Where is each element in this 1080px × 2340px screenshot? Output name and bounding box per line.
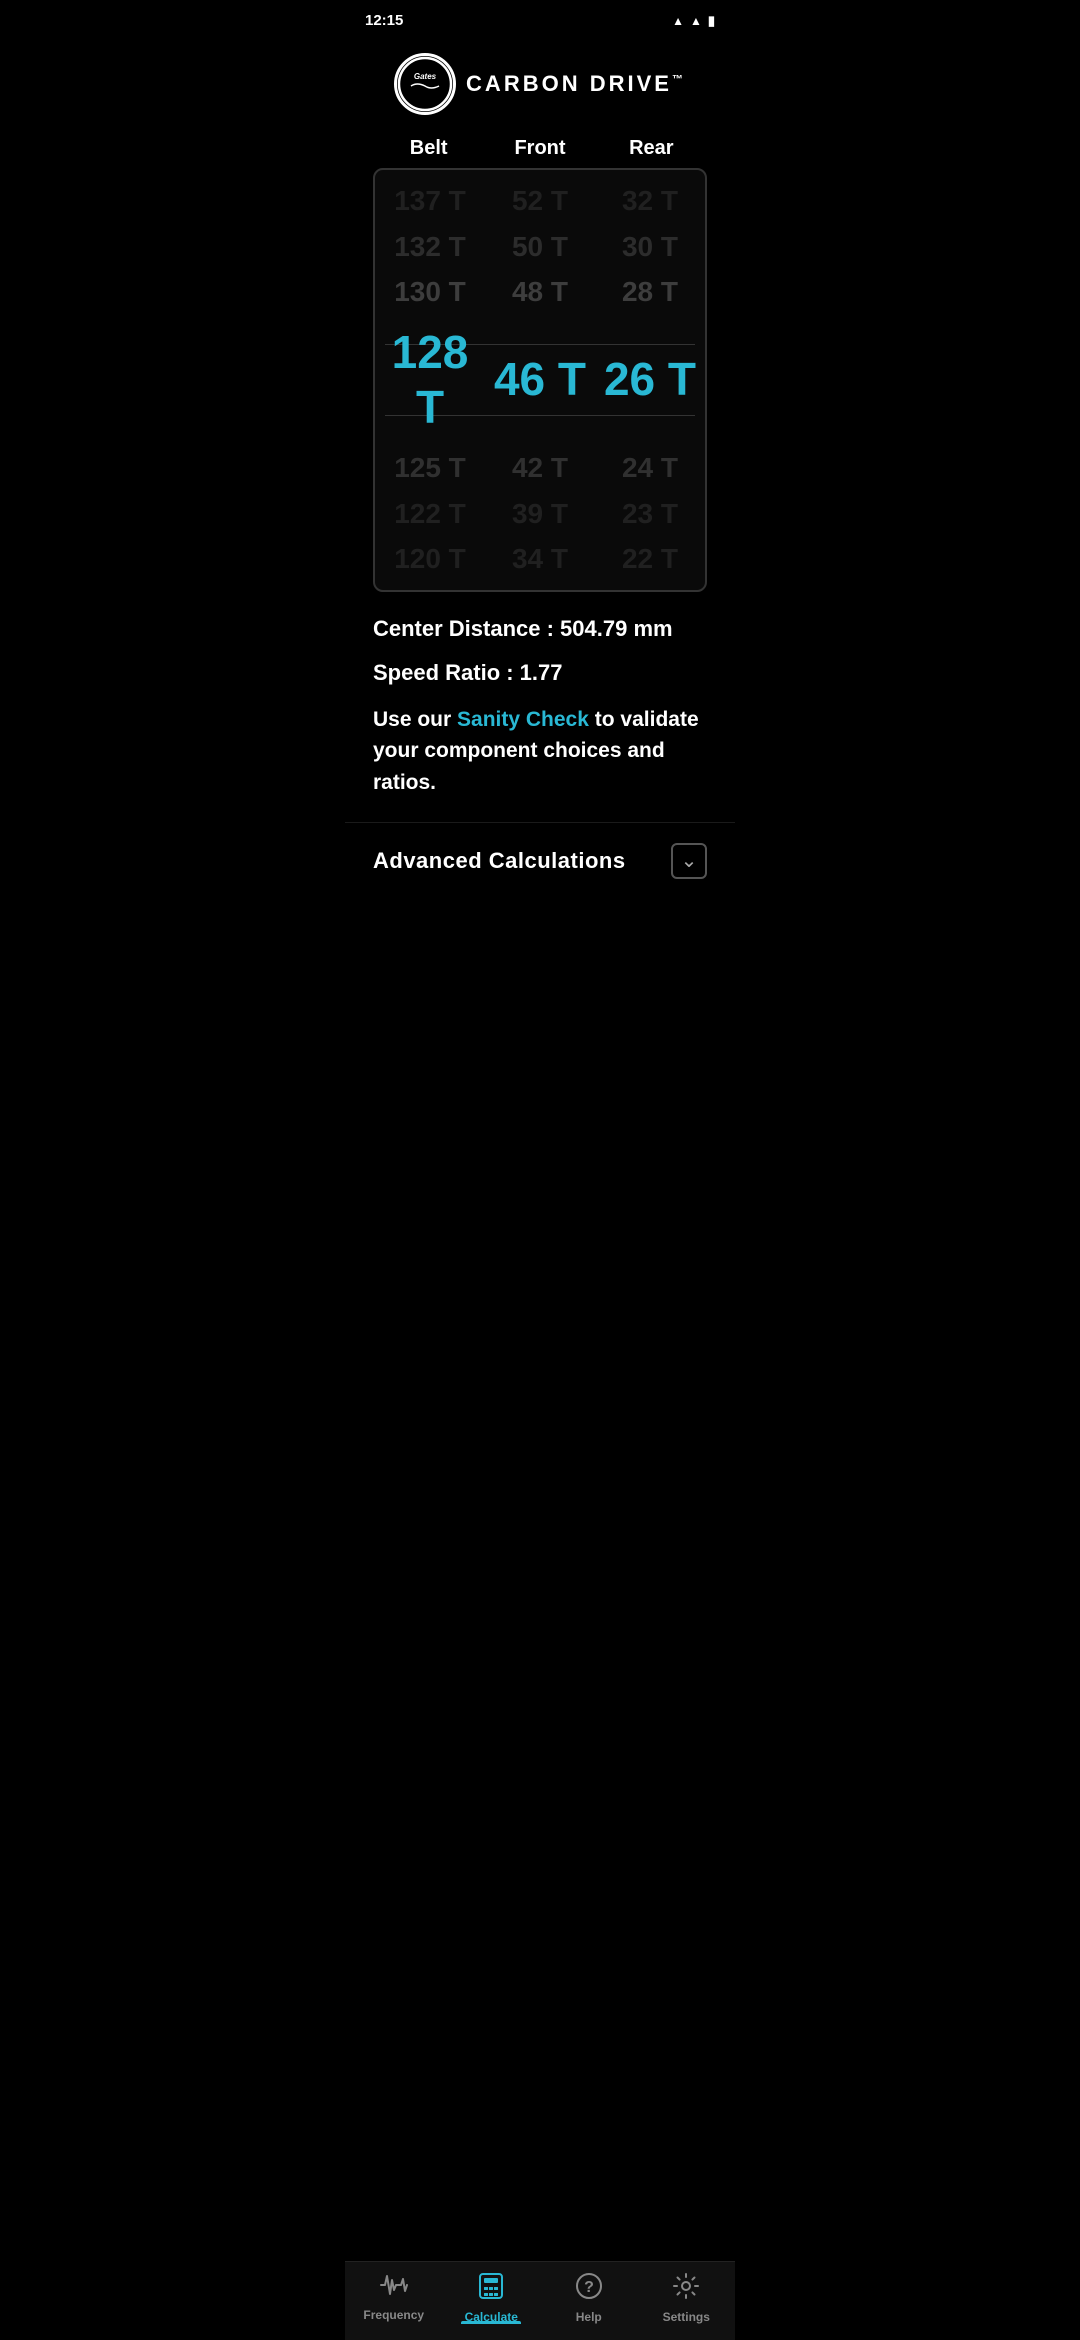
sanity-text: Use our Sanity Check to validate your co…	[373, 704, 707, 799]
rear-cell-3: 28 T	[595, 275, 705, 309]
belt-cell-2: 132 T	[375, 230, 485, 264]
brand-name: CARBON DRIVE™	[466, 71, 686, 97]
advanced-label: Advanced Calculations	[373, 848, 626, 874]
belt-cell-7: 120 T	[375, 542, 485, 576]
rear-cell-2: 30 T	[595, 230, 705, 264]
help-label: Help	[576, 2310, 602, 2324]
wifi-icon	[672, 12, 684, 29]
belt-cell-5: 125 T	[375, 451, 485, 485]
bottom-nav: Frequency Calculate ? Help	[345, 2261, 735, 2340]
sanity-link[interactable]: Sanity Check	[457, 708, 589, 731]
advanced-calculations-row[interactable]: Advanced Calculations ⌄	[345, 822, 735, 899]
settings-label: Settings	[663, 2310, 710, 2324]
rear-cell-6: 23 T	[595, 497, 705, 531]
belt-cell-1: 137 T	[375, 184, 485, 218]
speed-ratio: Speed Ratio : 1.77	[373, 660, 707, 686]
advanced-chevron[interactable]: ⌄	[671, 843, 707, 879]
front-cell-3: 48 T	[485, 275, 595, 309]
picker-row-6[interactable]: 122 T 39 T 23 T	[375, 491, 705, 537]
front-header: Front	[484, 137, 595, 160]
tm-symbol: ™	[672, 74, 686, 86]
rear-cell-5: 24 T	[595, 451, 705, 485]
svg-text:?: ?	[584, 2279, 594, 2296]
rear-cell-1: 32 T	[595, 184, 705, 218]
logo-oval: Gates	[394, 53, 456, 115]
front-cell-6: 39 T	[485, 497, 595, 531]
picker-row-2[interactable]: 132 T 50 T 30 T	[375, 224, 705, 270]
svg-text:Gates: Gates	[414, 72, 437, 81]
front-cell-1: 52 T	[485, 184, 595, 218]
belt-cell-6: 122 T	[375, 497, 485, 531]
time-display: 12:15	[365, 12, 403, 29]
battery-icon	[708, 12, 715, 29]
signal-icon	[690, 12, 702, 29]
front-cell-2: 50 T	[485, 230, 595, 264]
chevron-down-icon: ⌄	[681, 851, 698, 871]
nav-item-settings[interactable]: Settings	[638, 2272, 736, 2324]
picker-row-5[interactable]: 125 T 42 T 24 T	[375, 445, 705, 491]
info-section: Center Distance : 504.79 mm Speed Ratio …	[345, 592, 735, 799]
nav-item-help[interactable]: ? Help	[540, 2272, 638, 2324]
picker-container[interactable]: 137 T 52 T 32 T 132 T 50 T 30 T 130 T 48…	[373, 168, 707, 592]
help-icon: ?	[575, 2272, 603, 2304]
status-bar: 12:15	[345, 0, 735, 35]
front-cell-7: 34 T	[485, 542, 595, 576]
status-icons	[672, 12, 715, 29]
rear-cell-selected: 26 T	[595, 352, 705, 407]
picker-row-7[interactable]: 120 T 34 T 22 T	[375, 536, 705, 582]
sanity-pre: Use our	[373, 708, 457, 731]
gates-logo-svg: Gates	[397, 56, 453, 112]
nav-active-indicator	[461, 2321, 521, 2324]
belt-header: Belt	[373, 137, 484, 160]
settings-icon	[672, 2272, 700, 2304]
picker-row-1[interactable]: 137 T 52 T 32 T	[375, 178, 705, 224]
frequency-icon	[379, 2272, 409, 2302]
center-distance: Center Distance : 504.79 mm	[373, 616, 707, 642]
bottom-spacer	[345, 899, 735, 989]
column-headers: Belt Front Rear	[345, 137, 735, 160]
rear-cell-7: 22 T	[595, 542, 705, 576]
picker-row-3[interactable]: 130 T 48 T 28 T	[375, 269, 705, 315]
logo-container: Gates CARBON DRIVE™	[345, 35, 735, 137]
picker-row-selected[interactable]: 128 T 46 T 26 T	[375, 319, 705, 441]
belt-cell-selected: 128 T	[375, 325, 485, 435]
belt-cell-3: 130 T	[375, 275, 485, 309]
calculate-icon	[478, 2272, 504, 2304]
front-cell-selected: 46 T	[485, 352, 595, 407]
front-cell-5: 42 T	[485, 451, 595, 485]
nav-item-frequency[interactable]: Frequency	[345, 2272, 443, 2324]
brand-text: CARBON DRIVE	[466, 71, 672, 96]
frequency-label: Frequency	[363, 2308, 424, 2322]
nav-item-calculate[interactable]: Calculate	[443, 2272, 541, 2324]
rear-header: Rear	[596, 137, 707, 160]
